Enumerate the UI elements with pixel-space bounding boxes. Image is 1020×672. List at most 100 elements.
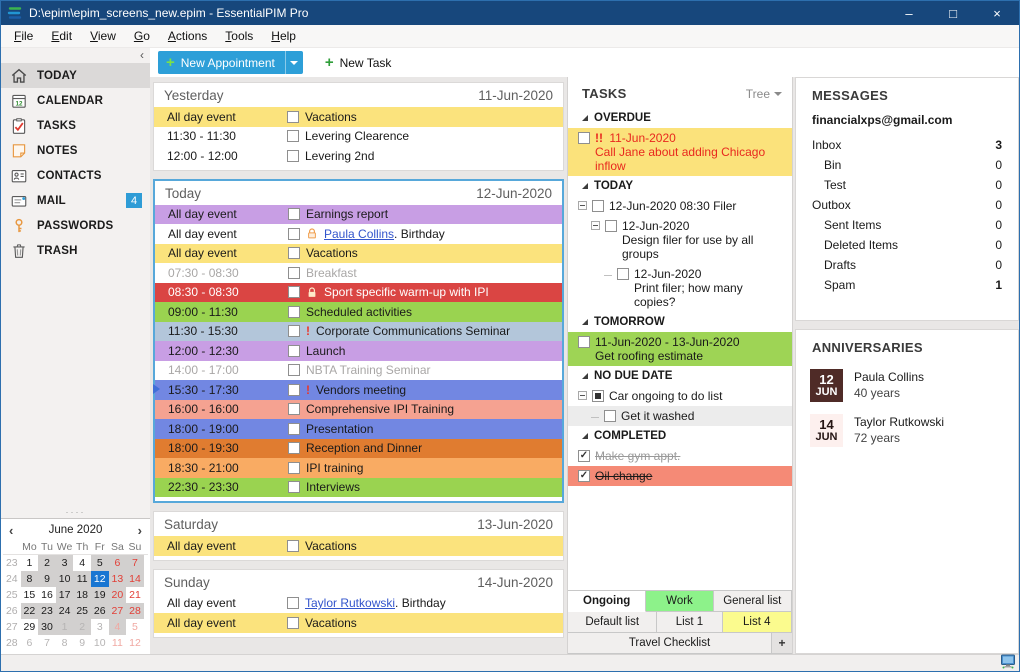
calendar-day-cell[interactable]: 29 — [21, 619, 39, 635]
menu-item-view[interactable]: View — [81, 25, 125, 47]
event-checkbox[interactable] — [288, 208, 300, 221]
event-row[interactable]: 07:30 - 08:30 Breakfast — [155, 263, 562, 283]
mail-folder-drafts[interactable]: Drafts 0 — [796, 255, 1018, 275]
task-item[interactable]: 11-Jun-2020 - 13-Jun-2020 Get roofing est… — [568, 332, 792, 366]
calendar-day-cell[interactable]: 19 — [90, 587, 109, 603]
calendar-day-cell[interactable]: 9 — [38, 571, 56, 587]
contact-link[interactable]: Paula Collins — [324, 227, 394, 241]
event-row[interactable]: 16:00 - 16:00 Comprehensive IPI Training — [155, 399, 562, 419]
event-checkbox[interactable] — [287, 130, 299, 143]
minimize-button[interactable]: – — [887, 1, 931, 25]
event-checkbox[interactable] — [288, 266, 300, 279]
calendar-day-cell[interactable]: 6 — [21, 635, 39, 651]
event-checkbox[interactable] — [287, 110, 299, 123]
calendar-day-cell[interactable]: 3 — [91, 619, 109, 635]
menu-item-go[interactable]: Go — [125, 25, 159, 47]
mail-folder-spam[interactable]: Spam 1 — [796, 275, 1018, 295]
task-list-tab-default-list[interactable]: Default list — [568, 612, 658, 633]
event-checkbox[interactable] — [287, 539, 299, 552]
calendar-day-cell[interactable]: 4 — [73, 555, 91, 571]
task-item[interactable]: !! 11-Jun-2020 Call Jane about adding Chi… — [568, 128, 792, 176]
calendar-day-cell[interactable]: 6 — [108, 555, 127, 571]
task-list-tab-list-4[interactable]: List 4 — [722, 612, 793, 633]
calendar-day-cell[interactable]: 14 — [126, 571, 144, 587]
mail-folder-inbox[interactable]: Inbox 3 — [796, 135, 1018, 155]
calendar-day-cell[interactable]: 13 — [108, 571, 127, 587]
sidebar-item-contacts[interactable]: CONTACTS — [1, 163, 150, 188]
calendar-day-cell[interactable]: 11 — [73, 571, 91, 587]
event-row[interactable]: 18:00 - 19:30 Reception and Dinner — [155, 438, 562, 458]
event-row[interactable]: All day event Vacations — [154, 107, 563, 127]
sidebar-item-passwords[interactable]: PASSWORDS — [1, 213, 150, 238]
calendar-day-cell[interactable]: 5 — [126, 619, 144, 635]
mail-folder-bin[interactable]: Bin 0 — [796, 155, 1018, 175]
mail-folder-sent-items[interactable]: Sent Items 0 — [796, 215, 1018, 235]
menu-item-actions[interactable]: Actions — [159, 25, 216, 47]
event-row[interactable]: 15:30 - 17:30! Vendors meeting — [153, 380, 562, 400]
calendar-day-cell[interactable]: 11 — [109, 635, 127, 651]
event-row[interactable]: 18:00 - 19:00 Presentation — [155, 419, 562, 439]
task-item[interactable]: Get it washed — [568, 406, 792, 426]
sidebar-item-mail[interactable]: MAIL 4 — [1, 188, 150, 213]
calendar-day-cell[interactable]: 25 — [73, 603, 91, 619]
event-row[interactable]: 09:00 - 11:30 Scheduled activities — [155, 302, 562, 322]
event-row[interactable]: 11:30 - 11:30 Levering Clearence — [154, 126, 563, 146]
calendar-day-cell[interactable]: 26 — [90, 603, 109, 619]
event-checkbox[interactable] — [288, 305, 300, 318]
calendar-day-cell[interactable]: 20 — [108, 587, 127, 603]
event-row[interactable]: 12:00 - 12:30 Launch — [155, 341, 562, 361]
event-row[interactable]: All day event Paula Collins. Birthday — [155, 224, 562, 244]
calendar-prev-button[interactable]: ‹ — [9, 523, 23, 538]
event-row[interactable]: 08:30 - 08:30 Sport specific warm-up with… — [155, 282, 562, 302]
calendar-day-cell[interactable]: 3 — [55, 555, 74, 571]
calendar-day-cell[interactable]: 12 — [126, 635, 144, 651]
calendar-day-cell[interactable]: 23 — [38, 603, 56, 619]
sidebar-item-today[interactable]: TODAY — [1, 63, 150, 88]
task-checkbox[interactable] — [578, 336, 590, 348]
event-checkbox[interactable] — [288, 442, 300, 455]
task-item[interactable]: 12-Jun-2020 Print filer; how many copies? — [568, 264, 792, 312]
event-row[interactable]: All day event Earnings report — [155, 204, 562, 224]
event-checkbox[interactable] — [288, 383, 300, 396]
event-checkbox[interactable] — [288, 364, 300, 377]
event-checkbox[interactable] — [288, 227, 300, 240]
event-checkbox[interactable] — [288, 286, 300, 299]
task-item[interactable]: 12-Jun-2020 Design filer for use by all g… — [568, 216, 792, 264]
event-checkbox[interactable] — [288, 325, 300, 338]
calendar-day-cell[interactable]: 4 — [108, 619, 127, 635]
calendar-day-cell[interactable]: 5 — [90, 555, 109, 571]
event-row[interactable]: 22:30 - 23:30 Interviews — [155, 477, 562, 497]
calendar-next-button[interactable]: › — [128, 523, 142, 538]
sidebar-item-tasks[interactable]: TASKS — [1, 113, 150, 138]
mail-folder-outbox[interactable]: Outbox 0 — [796, 195, 1018, 215]
task-group-completed[interactable]: COMPLETED — [568, 426, 792, 446]
calendar-day-cell[interactable]: 1 — [55, 619, 74, 635]
event-row[interactable]: 11:30 - 15:30! Corporate Communications S… — [155, 321, 562, 341]
event-checkbox[interactable] — [288, 461, 300, 474]
task-checkbox[interactable] — [617, 268, 629, 280]
event-checkbox[interactable] — [288, 422, 300, 435]
calendar-day-cell[interactable]: 28 — [126, 603, 144, 619]
mail-account[interactable]: financialxps@gmail.com — [796, 111, 1018, 135]
tree-collapse-box[interactable] — [578, 391, 587, 400]
calendar-day-cell[interactable]: 30 — [38, 619, 56, 635]
tree-collapse-box[interactable] — [578, 201, 587, 210]
task-checkbox[interactable] — [578, 450, 590, 462]
menu-item-help[interactable]: Help — [262, 25, 305, 47]
event-row[interactable]: All day event Vacations — [154, 536, 563, 556]
sync-status-icon[interactable] — [1000, 654, 1016, 672]
sidebar-collapse-button[interactable]: ‹ — [140, 48, 144, 63]
menu-item-file[interactable]: File — [5, 25, 42, 47]
calendar-day-cell[interactable]: 22 — [20, 603, 39, 619]
menu-item-tools[interactable]: Tools — [216, 25, 262, 47]
calendar-day-cell[interactable]: 12 — [90, 571, 109, 587]
task-group-no-due-date[interactable]: NO DUE DATE — [568, 366, 792, 386]
calendar-day-cell[interactable]: 7 — [126, 555, 144, 571]
sidebar-item-calendar[interactable]: 12 CALENDAR — [1, 88, 150, 113]
calendar-day-cell[interactable]: 18 — [73, 587, 91, 603]
event-row[interactable]: All day event Taylor Rutkowski. Birthday — [154, 593, 563, 613]
sidebar-item-trash[interactable]: TRASH — [1, 238, 150, 263]
calendar-day-cell[interactable]: 7 — [38, 635, 56, 651]
task-group-today[interactable]: TODAY — [568, 176, 792, 196]
calendar-day-cell[interactable]: 2 — [38, 555, 56, 571]
